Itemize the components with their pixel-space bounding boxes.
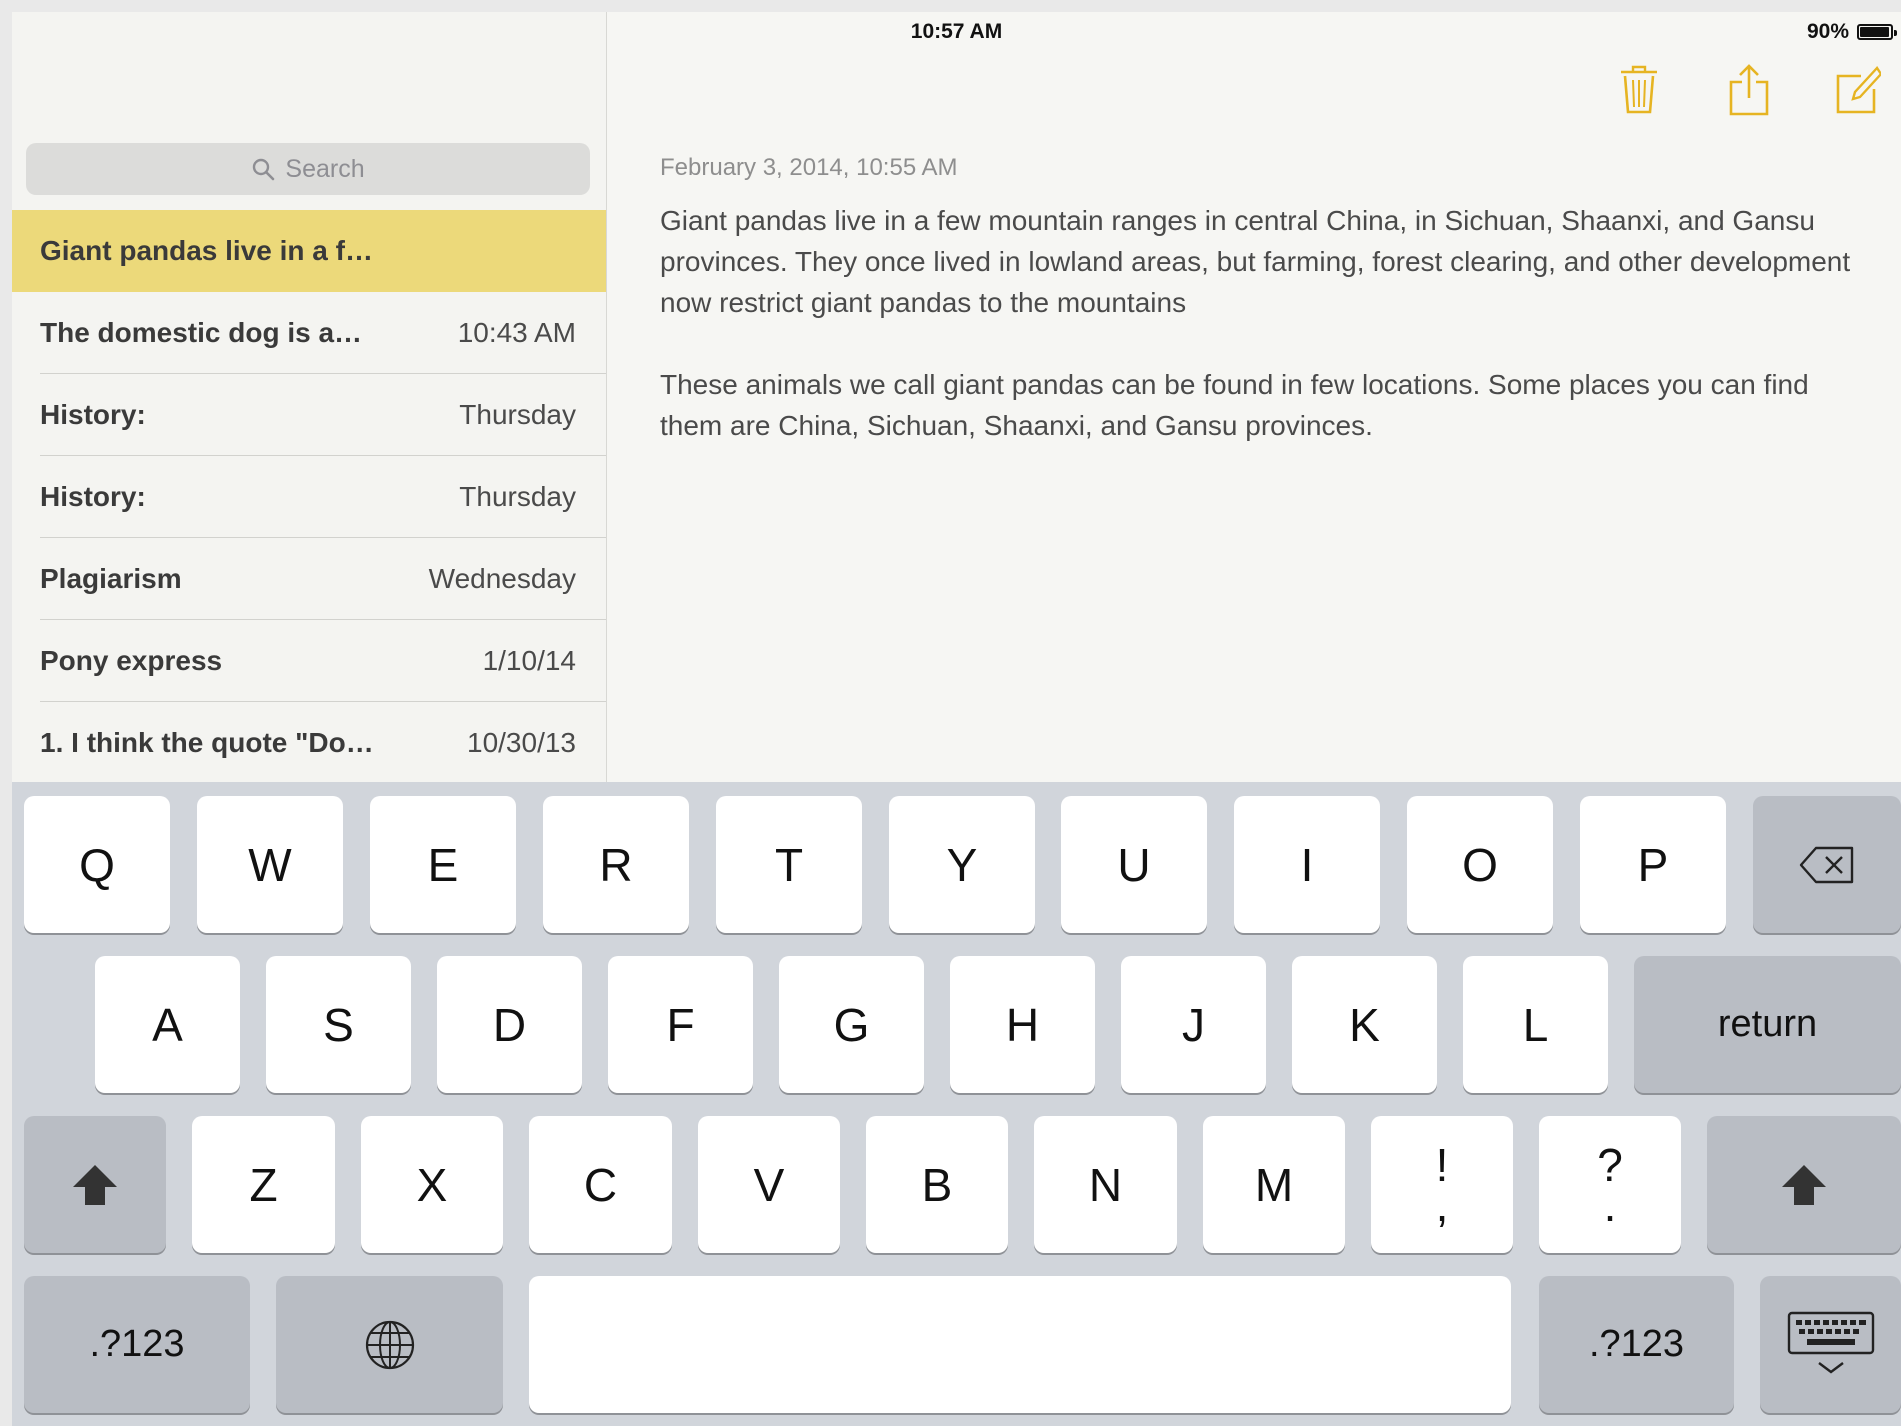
key-d[interactable]: D bbox=[437, 956, 582, 1093]
note-item-date: Wednesday bbox=[428, 563, 576, 594]
space-bar[interactable] bbox=[529, 1276, 1511, 1413]
search-placeholder: Search bbox=[285, 154, 365, 183]
key-y[interactable]: Y bbox=[889, 796, 1035, 933]
key-r[interactable]: R bbox=[543, 796, 689, 933]
note-item-date: Thursday bbox=[459, 399, 576, 430]
numbers-key-left[interactable]: .?123 bbox=[24, 1276, 250, 1413]
key-question-period[interactable]: ? . bbox=[1539, 1116, 1681, 1253]
note-item[interactable]: Pony express 1/10/14 bbox=[12, 620, 606, 702]
share-icon[interactable] bbox=[1725, 62, 1773, 118]
note-paragraph: Giant pandas live in a few mountain rang… bbox=[660, 205, 1851, 318]
return-key[interactable]: return bbox=[1634, 956, 1901, 1093]
compose-icon[interactable] bbox=[1833, 62, 1881, 118]
note-item-date: 1/10/14 bbox=[482, 645, 576, 676]
on-screen-keyboard: Q W E R T Y U I O P A S D F G H J K L re… bbox=[12, 782, 1901, 1426]
battery-icon bbox=[1857, 24, 1897, 40]
ipad-screen: iPad 10:57 AM 90% Search Giant pandas li… bbox=[12, 12, 1901, 1426]
battery-percent: 90% bbox=[1806, 20, 1849, 43]
note-item-date: 10/30/13 bbox=[467, 727, 576, 758]
key-w[interactable]: W bbox=[197, 796, 343, 933]
key-t[interactable]: T bbox=[716, 796, 862, 933]
key-u[interactable]: U bbox=[1061, 796, 1207, 933]
notes-sidebar: Search Giant pandas live in a f… The dom… bbox=[12, 12, 607, 784]
key-x[interactable]: X bbox=[361, 1116, 503, 1253]
key-l[interactable]: L bbox=[1463, 956, 1608, 1093]
shift-key-right[interactable] bbox=[1707, 1116, 1901, 1253]
key-period-label: . bbox=[1603, 1178, 1617, 1231]
key-k[interactable]: K bbox=[1292, 956, 1437, 1093]
note-body[interactable]: Giant pandas live in a few mountain rang… bbox=[660, 200, 1860, 487]
note-list: Giant pandas live in a f… The domestic d… bbox=[12, 210, 606, 784]
note-item[interactable]: The domestic dog is a… 10:43 AM bbox=[12, 292, 606, 374]
key-c[interactable]: C bbox=[529, 1116, 672, 1253]
globe-key[interactable] bbox=[276, 1276, 503, 1413]
note-item-title: 1. I think the quote "Do… bbox=[40, 727, 374, 758]
note-date: February 3, 2014, 10:55 AM bbox=[660, 154, 958, 181]
note-item[interactable]: History: Thursday bbox=[12, 456, 606, 538]
trash-icon[interactable] bbox=[1615, 62, 1663, 118]
note-item[interactable]: Giant pandas live in a f… bbox=[12, 210, 606, 292]
key-e[interactable]: E bbox=[370, 796, 516, 933]
key-q[interactable]: Q bbox=[24, 796, 170, 933]
note-item-title: The domestic dog is a… bbox=[40, 317, 363, 348]
note-item-title: Pony express bbox=[40, 645, 223, 676]
shift-key-left[interactable] bbox=[24, 1116, 166, 1253]
key-b[interactable]: B bbox=[866, 1116, 1008, 1253]
key-j[interactable]: J bbox=[1121, 956, 1266, 1093]
note-item[interactable]: Plagiarism Wednesday bbox=[12, 538, 606, 620]
key-exclaim-comma[interactable]: ! , bbox=[1371, 1116, 1513, 1253]
numbers-key-right[interactable]: .?123 bbox=[1539, 1276, 1734, 1413]
search-icon bbox=[253, 158, 275, 181]
key-a[interactable]: A bbox=[95, 956, 240, 1093]
globe-icon bbox=[365, 1320, 414, 1369]
key-o[interactable]: O bbox=[1407, 796, 1553, 933]
key-i[interactable]: I bbox=[1234, 796, 1380, 933]
key-f[interactable]: F bbox=[608, 956, 753, 1093]
key-z[interactable]: Z bbox=[192, 1116, 335, 1253]
dismiss-keyboard-key[interactable] bbox=[1760, 1276, 1901, 1413]
key-s[interactable]: S bbox=[266, 956, 411, 1093]
key-h[interactable]: H bbox=[950, 956, 1095, 1093]
note-item[interactable]: 1. I think the quote "Do… 10/30/13 bbox=[12, 702, 606, 784]
key-g[interactable]: G bbox=[779, 956, 924, 1093]
note-item-title: History: bbox=[40, 399, 146, 430]
note-item-title: History: bbox=[40, 481, 146, 512]
note-item-date: Thursday bbox=[459, 481, 576, 512]
key-p[interactable]: P bbox=[1580, 796, 1726, 933]
backspace-key[interactable] bbox=[1753, 796, 1901, 933]
search-field[interactable]: Search bbox=[26, 143, 590, 195]
note-paragraph: These animals we call giant pandas can b… bbox=[660, 369, 1809, 441]
note-item-title: Plagiarism bbox=[40, 563, 182, 594]
shift-icon bbox=[1782, 1164, 1826, 1205]
key-n[interactable]: N bbox=[1034, 1116, 1177, 1253]
status-battery: 90% bbox=[1806, 20, 1897, 44]
note-item-title: Giant pandas live in a f… bbox=[40, 235, 373, 266]
key-v[interactable]: V bbox=[698, 1116, 840, 1253]
note-item-date: 10:43 AM bbox=[457, 317, 576, 348]
shift-icon bbox=[73, 1164, 117, 1205]
keyboard-dismiss-icon bbox=[1787, 1311, 1874, 1373]
backspace-icon bbox=[1799, 846, 1854, 883]
key-comma-label: , bbox=[1435, 1178, 1449, 1231]
note-item[interactable]: History: Thursday bbox=[12, 374, 606, 456]
key-m[interactable]: M bbox=[1203, 1116, 1345, 1253]
